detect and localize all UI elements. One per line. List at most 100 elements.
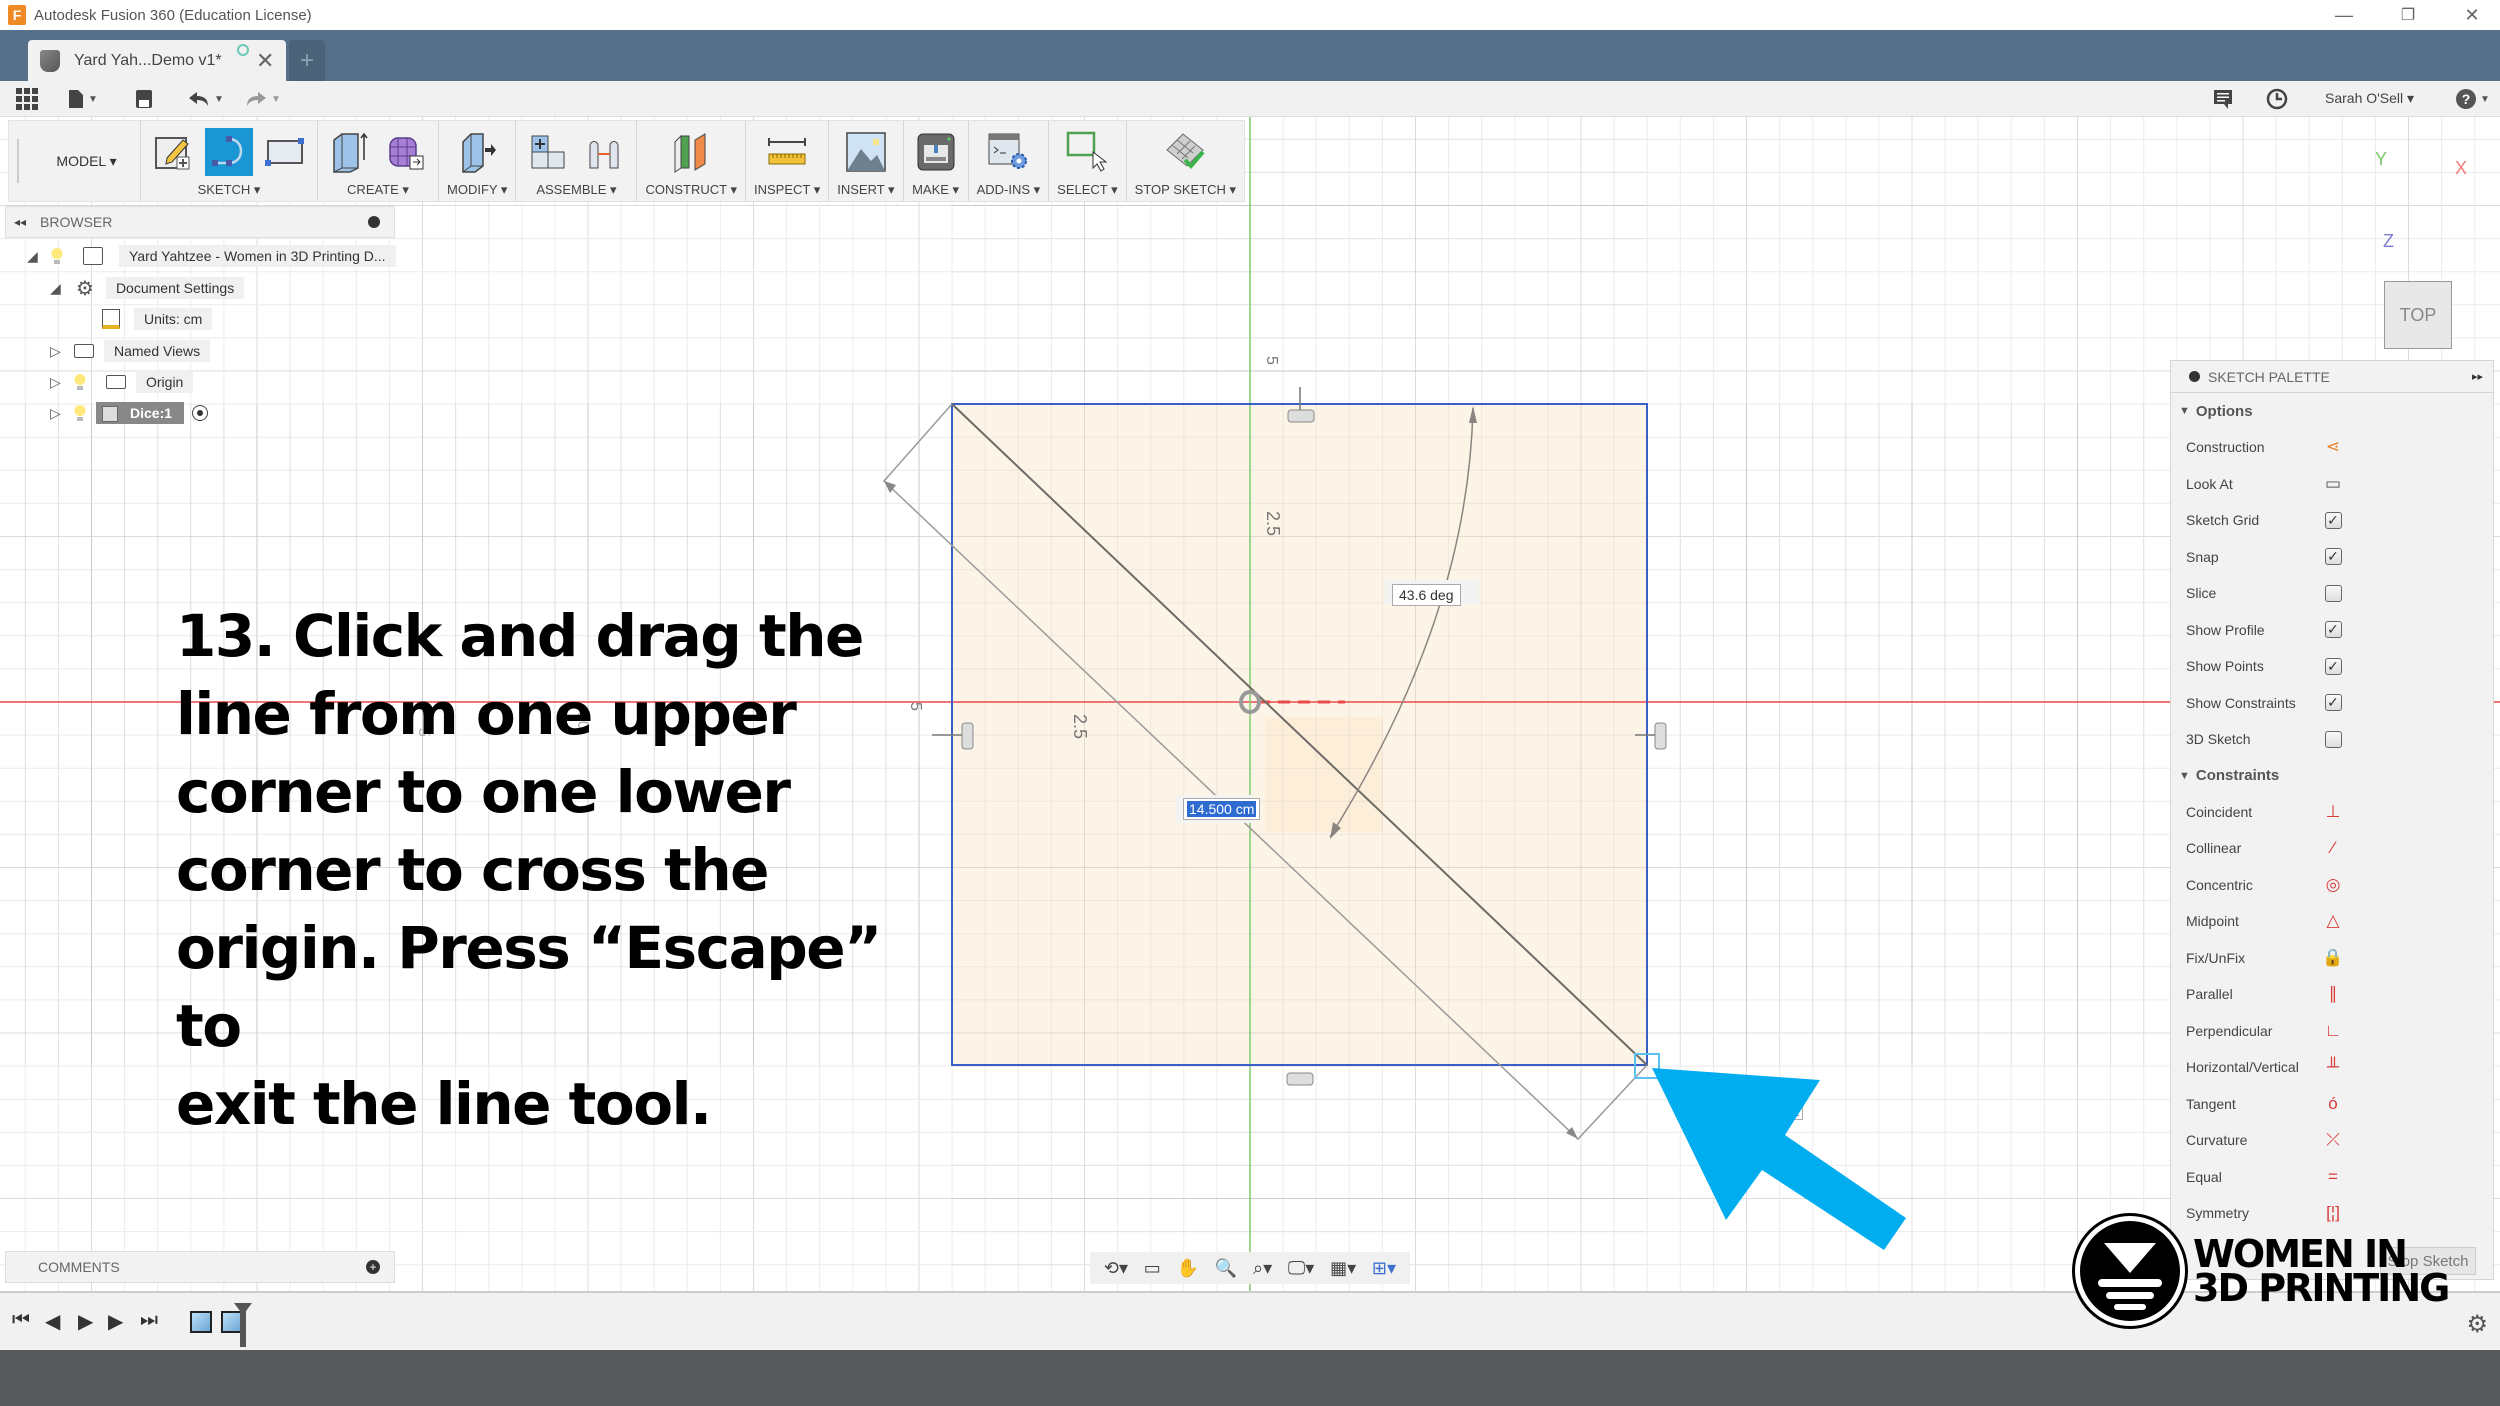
toolbar-group-label[interactable]: SELECT ▾: [1057, 182, 1117, 198]
tree-item-units[interactable]: Units: cm: [102, 306, 213, 332]
timeline-marker[interactable]: [234, 1303, 252, 1347]
constraint-equal[interactable]: Equal =: [2171, 1159, 2493, 1196]
toolbar-group-label[interactable]: ADD-INS ▾: [977, 182, 1041, 198]
midpoint-icon[interactable]: △: [2324, 911, 2342, 930]
curvature-icon[interactable]: ⤫: [2324, 1130, 2342, 1149]
checkbox[interactable]: ✓: [2324, 694, 2342, 712]
close-tab-icon[interactable]: ✕: [256, 48, 274, 74]
checkbox[interactable]: [2324, 730, 2342, 748]
constraint-collinear[interactable]: Collinear ⁄: [2171, 830, 2493, 867]
data-panel-icon[interactable]: [16, 87, 38, 111]
constraint-curvature[interactable]: Curvature ⤫: [2171, 1122, 2493, 1159]
tree-item-dice[interactable]: ▷ Dice:1: [50, 400, 209, 426]
help-menu[interactable]: ? ▼: [2456, 87, 2490, 111]
new-component-icon[interactable]: [524, 128, 572, 176]
equal-icon[interactable]: =: [2324, 1167, 2342, 1186]
toolbar-grip[interactable]: [17, 139, 33, 183]
workspace-switcher[interactable]: MODEL ▾: [33, 121, 141, 201]
constraint-tangent[interactable]: Tangent ó: [2171, 1086, 2493, 1123]
palette-option-snap[interactable]: Snap ✓: [2171, 539, 2493, 576]
restore-button[interactable]: ❐: [2384, 0, 2432, 30]
toolbar-group-label[interactable]: INSERT ▾: [837, 182, 894, 198]
checkbox[interactable]: ✓: [2324, 511, 2342, 529]
checkbox-wrapper[interactable]: ✓: [2324, 694, 2342, 712]
tree-item-document-settings[interactable]: ◢ ⚙ Document Settings: [50, 275, 245, 301]
collapse-browser-icon[interactable]: ◂◂: [14, 215, 26, 229]
close-window-button[interactable]: ✕: [2448, 0, 2496, 30]
scripts-addins-icon[interactable]: [984, 128, 1032, 176]
insert-image-icon[interactable]: [842, 128, 890, 176]
add-comment-icon[interactable]: +: [366, 1260, 380, 1274]
palette-option-show-points[interactable]: Show Points ✓: [2171, 648, 2493, 685]
checkbox-wrapper[interactable]: ✓: [2324, 511, 2342, 529]
joint-icon[interactable]: [580, 128, 628, 176]
expand-triangle-icon[interactable]: ▷: [50, 343, 64, 360]
constraint-perpendicular[interactable]: Perpendicular ∟: [2171, 1013, 2493, 1050]
job-status-clock-icon[interactable]: [2266, 87, 2288, 111]
go-to-start-icon[interactable]: ⏮: [12, 1309, 30, 1332]
length-dimension-input[interactable]: 14.500 cm: [1183, 798, 1261, 820]
constraints-section-toggle[interactable]: ▼ Constraints: [2171, 758, 2493, 794]
parallel-icon[interactable]: ∥: [2324, 984, 2342, 1003]
zoom-icon[interactable]: 🔍: [1215, 1258, 1237, 1279]
file-menu-icon[interactable]: ▼: [68, 87, 98, 111]
checkbox-wrapper[interactable]: ✓: [2324, 548, 2342, 566]
play-icon[interactable]: ▶: [78, 1309, 93, 1334]
undo-icon[interactable]: ▼: [188, 87, 224, 111]
visibility-bulb-icon[interactable]: [74, 374, 86, 390]
checkbox-wrapper[interactable]: [2324, 584, 2342, 602]
palette-option-show-profile[interactable]: Show Profile ✓: [2171, 612, 2493, 649]
timeline-sketch-feature[interactable]: [190, 1311, 212, 1333]
collapse-triangle-icon[interactable]: ◢: [27, 248, 41, 265]
angle-dimension-input[interactable]: 43.6 deg: [1392, 584, 1461, 606]
construction-icon[interactable]: ⋖: [2324, 437, 2342, 456]
constraint-concentric[interactable]: Concentric ◎: [2171, 867, 2493, 904]
visibility-bulb-icon[interactable]: [51, 248, 63, 264]
offset-plane-icon[interactable]: [667, 128, 715, 176]
collapse-triangle-icon[interactable]: ◢: [50, 280, 64, 297]
toolbar-group-label[interactable]: CREATE ▾: [347, 182, 409, 198]
document-tab[interactable]: Yard Yah...Demo v1* ✕: [28, 40, 286, 81]
user-account-menu[interactable]: Sarah O'Sell ▾: [2325, 90, 2414, 107]
tree-item-named-views[interactable]: ▷ Named Views: [50, 338, 211, 364]
constraint-coincident[interactable]: Coincident ⊥: [2171, 794, 2493, 831]
look-at-icon[interactable]: ▭: [2324, 474, 2342, 493]
toolbar-group-label[interactable]: MAKE ▾: [912, 182, 959, 198]
select-icon[interactable]: [1063, 128, 1111, 176]
extrude-icon[interactable]: [326, 128, 374, 176]
options-section-toggle[interactable]: ▼ Options: [2171, 393, 2493, 429]
checkbox-wrapper[interactable]: [2324, 730, 2342, 748]
redo-icon[interactable]: ▼: [245, 87, 281, 111]
concentric-icon[interactable]: ◎: [2324, 875, 2342, 894]
minimize-button[interactable]: —: [2320, 0, 2368, 30]
display-settings-icon[interactable]: 🖵▾: [1288, 1258, 1314, 1279]
toolbar-group-label[interactable]: INSPECT ▾: [754, 182, 820, 198]
step-forward-icon[interactable]: ▶: [108, 1309, 123, 1334]
stop-sketch-icon[interactable]: [1161, 128, 1209, 176]
tree-item-origin[interactable]: ▷ Origin: [50, 369, 194, 395]
tangent-icon[interactable]: ó: [2324, 1094, 2342, 1113]
press-pull-icon[interactable]: [453, 128, 501, 176]
constraint-parallel[interactable]: Parallel ∥: [2171, 976, 2493, 1013]
activate-radio-icon[interactable]: [192, 405, 209, 421]
toolbar-group-label[interactable]: MODIFY ▾: [447, 182, 507, 198]
new-tab-button[interactable]: +: [289, 40, 325, 81]
grid-settings-icon[interactable]: ▦▾: [1330, 1258, 1356, 1279]
create-form-icon[interactable]: [382, 128, 430, 176]
checkbox-wrapper[interactable]: ✓: [2324, 621, 2342, 639]
constraint-horizontal-vertical[interactable]: Horizontal/Vertical ╨: [2171, 1049, 2493, 1086]
perpendicular-icon[interactable]: ∟: [2324, 1021, 2342, 1040]
palette-option-sketch-grid[interactable]: Sketch Grid ✓: [2171, 502, 2493, 539]
step-back-icon[interactable]: ◀: [45, 1309, 60, 1334]
checkbox[interactable]: ✓: [2324, 621, 2342, 639]
constraint-midpoint[interactable]: Midpoint △: [2171, 903, 2493, 940]
toolbar-group-label[interactable]: CONSTRUCT ▾: [645, 182, 737, 198]
save-icon[interactable]: [135, 87, 153, 111]
palette-option-construction[interactable]: Construction ⋖: [2171, 429, 2493, 466]
fit-window-icon[interactable]: ⌕▾: [1253, 1258, 1272, 1279]
palette-option-slice[interactable]: Slice: [2171, 575, 2493, 612]
viewcube-top-face[interactable]: TOP: [2384, 281, 2452, 349]
visibility-bulb-icon[interactable]: [74, 405, 86, 421]
timeline-settings-gear-icon[interactable]: ⚙: [2466, 1310, 2488, 1339]
orbit-icon[interactable]: ⟲▾: [1104, 1258, 1128, 1279]
